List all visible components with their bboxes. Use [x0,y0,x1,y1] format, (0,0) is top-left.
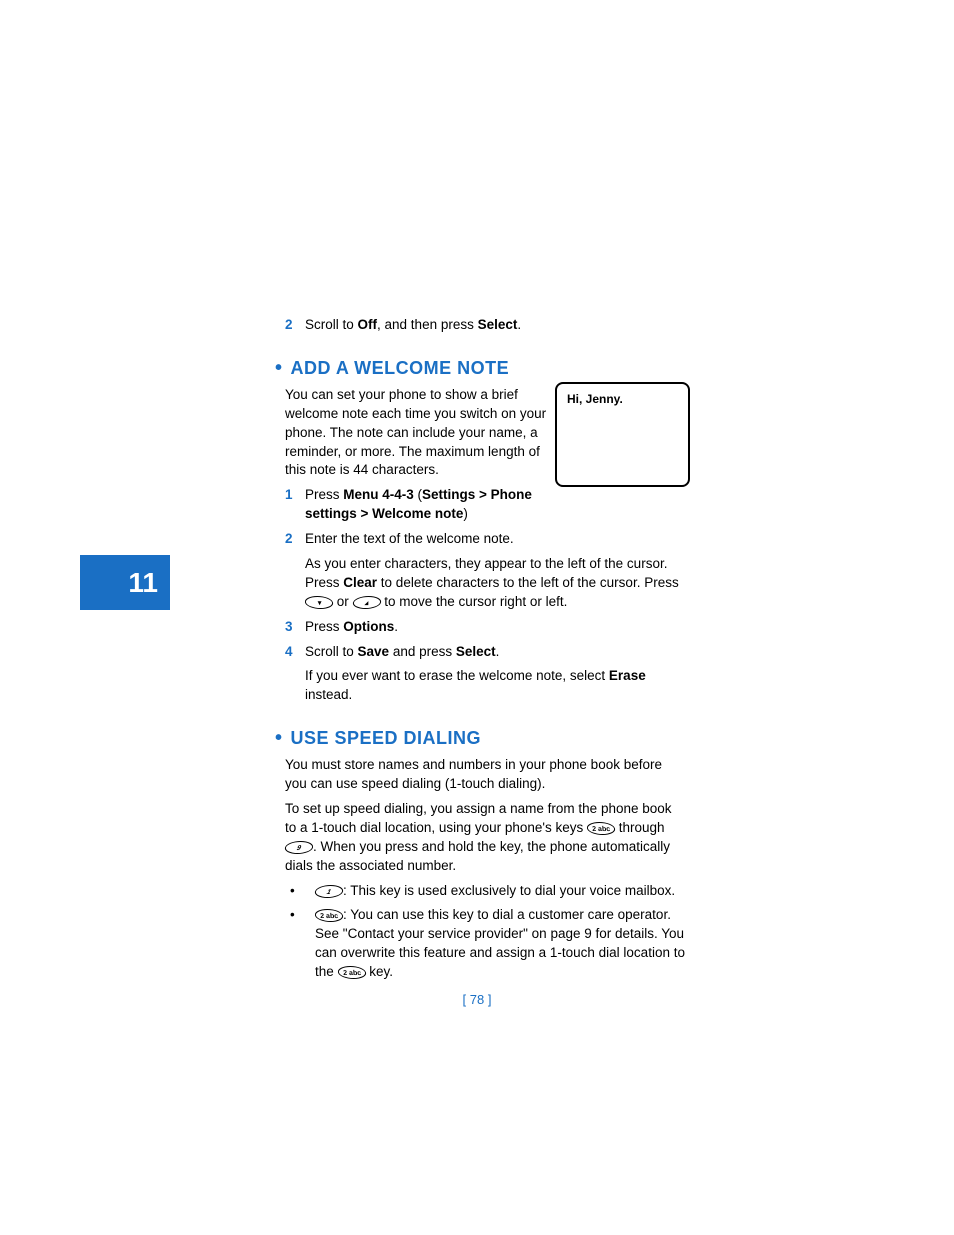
key-2-icon: 2 abc [585,822,616,835]
page-content: 2 Scroll to Off, and then press Select. … [265,310,685,988]
page-number: [ 78 ] [0,992,954,1007]
step-text: Enter the text of the welcome note. [305,530,685,549]
manual-page: 11 Hi, Jenny. 2 Scroll to Off, and then … [0,0,954,1235]
section-heading-welcome: ADD A WELCOME NOTE [275,357,685,380]
sub-paragraph: If you ever want to erase the welcome no… [305,667,685,705]
step-number: 1 [285,486,305,524]
paragraph: You must store names and numbers in your… [285,756,685,794]
scroll-down-key-icon: ▾ [303,596,334,609]
chapter-tab: 11 [80,555,170,610]
paragraph: To set up speed dialing, you assign a na… [285,800,685,876]
bullet-item: • 1: This key is used exclusively to dia… [290,882,685,901]
bullet-text: 2 abc: You can use this key to dial a cu… [315,906,685,982]
step-item: 4 Scroll to Save and press Select. [285,643,685,662]
step-text: Press Menu 4-4-3 (Settings > Phone setti… [305,486,555,524]
step-item: 2 Enter the text of the welcome note. [285,530,685,549]
sub-paragraph: As you enter characters, they appear to … [305,555,685,612]
step-item: 1 Press Menu 4-4-3 (Settings > Phone set… [285,486,555,524]
step-text: Scroll to Off, and then press Select. [305,316,685,335]
bullet-text: 1: This key is used exclusively to dial … [315,882,685,901]
step-item: 3 Press Options. [285,618,685,637]
step-number: 2 [285,316,305,335]
section-heading-speed-dial: USE SPEED DIALING [275,727,685,750]
key-2-icon: 2 abc [313,909,344,922]
chapter-number: 11 [128,567,158,599]
scroll-up-key-icon: ▴ [351,596,382,609]
step-number: 4 [285,643,305,662]
step-number: 2 [285,530,305,549]
step-number: 3 [285,618,305,637]
paragraph: You can set your phone to show a brief w… [285,386,555,480]
step-item: 2 Scroll to Off, and then press Select. [285,316,685,335]
key-2-icon: 2 abc [336,966,367,979]
step-text: Scroll to Save and press Select. [305,643,685,662]
key-9-icon: 9 [283,841,314,854]
step-text: Press Options. [305,618,685,637]
bullet-icon: • [290,906,315,982]
bullet-item: • 2 abc: You can use this key to dial a … [290,906,685,982]
key-1-icon: 1 [313,885,344,898]
bullet-icon: • [290,882,315,901]
